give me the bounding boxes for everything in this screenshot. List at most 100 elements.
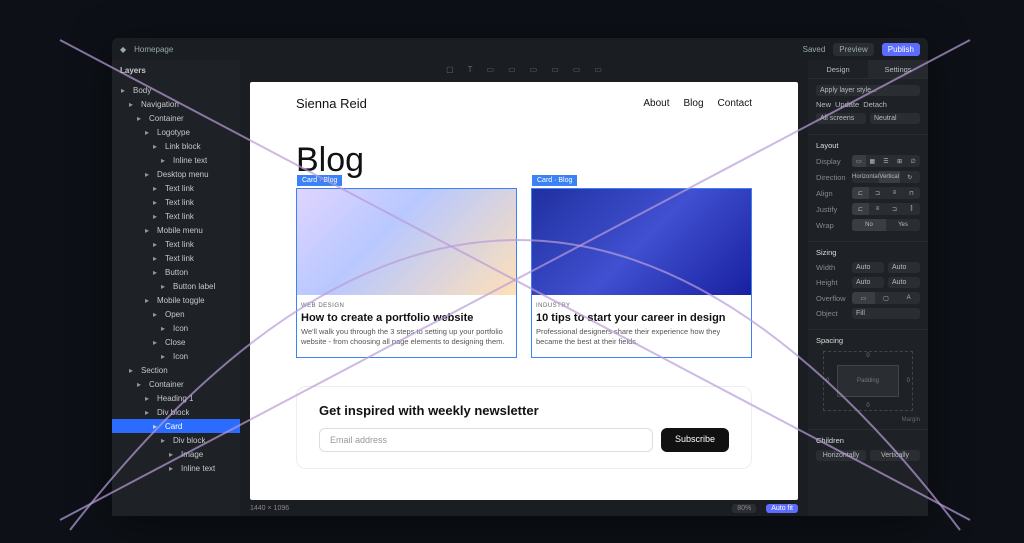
state-select[interactable]: Neutral [870, 113, 920, 124]
layer-row[interactable]: ▸Logotype [112, 125, 240, 139]
tool-icon[interactable]: ▭ [508, 65, 516, 74]
overflow-segmented[interactable]: ▭▢A [852, 292, 920, 304]
nav-link[interactable]: About [643, 98, 669, 109]
layer-row[interactable]: ▸Inline text [112, 153, 240, 167]
card-desc: Professional designers share their exper… [536, 327, 747, 347]
layer-row[interactable]: ▸Image [112, 447, 240, 461]
layer-row[interactable]: ▸Close [112, 335, 240, 349]
margin-label: Margin [816, 417, 920, 423]
layer-row[interactable]: ▸Section [112, 363, 240, 377]
layout-section: Layout Display ▭▦☰⊞∅ Direction Horizonta… [808, 134, 928, 241]
canvas-size: 1440 × 1096 [250, 505, 289, 512]
layer-row[interactable]: ▸Container [112, 377, 240, 391]
tab-settings[interactable]: Settings [868, 60, 928, 78]
tool-icon[interactable]: ▭ [594, 65, 602, 74]
layer-row[interactable]: ▸Text link [112, 209, 240, 223]
justify-segmented[interactable]: ⊏≡⊐⫿ [852, 203, 920, 215]
layer-row[interactable]: ▸Mobile toggle [112, 293, 240, 307]
children-h[interactable]: Horizontally [816, 450, 866, 461]
site-nav: Sienna Reid About Blog Contact [296, 96, 752, 111]
layer-row[interactable]: ▸Icon [112, 349, 240, 363]
layer-row[interactable]: ▸Desktop menu [112, 167, 240, 181]
layer-row[interactable]: ▸Button label [112, 279, 240, 293]
layer-row[interactable]: ▸Navigation [112, 97, 240, 111]
layer-row[interactable]: ▸Div block [112, 405, 240, 419]
card-image [297, 189, 516, 295]
newsletter-box: Get inspired with weekly newsletter Emai… [296, 386, 752, 469]
layer-row[interactable]: ▸Icon [112, 321, 240, 335]
subscribe-button[interactable]: Subscribe [661, 428, 729, 452]
selection-tag: Card · Blog [297, 175, 342, 186]
new-style-button[interactable]: New [816, 100, 831, 109]
section-title: Layout [816, 141, 920, 150]
screens-select[interactable]: All screens [816, 113, 866, 124]
detach-style-button[interactable]: Detach [863, 100, 887, 109]
canvas-toolbar: ▢ T ▭ ▭ ▭ ▭ ▭ ▭ [240, 60, 808, 78]
wrap-segmented[interactable]: NoYes [852, 219, 920, 231]
publish-button[interactable]: Publish [882, 43, 920, 56]
layer-row[interactable]: ▸Card [112, 419, 240, 433]
padding-label: Padding [837, 365, 899, 397]
apply-style-input[interactable]: Apply layer style... [816, 85, 920, 96]
layer-row[interactable]: ▸Text link [112, 181, 240, 195]
top-bar: ◆ Homepage Saved Preview Publish [112, 38, 928, 60]
section-title: Children [816, 436, 920, 445]
box-model-diagram[interactable]: 0000 Padding [823, 351, 913, 411]
layer-row[interactable]: ▸Text link [112, 195, 240, 209]
card-grid: Card · Blog WEB DESIGN How to create a p… [296, 188, 752, 358]
tool-frame-icon[interactable]: ▢ [446, 65, 454, 74]
card-title: 10 tips to start your career in design [536, 312, 747, 324]
object-fit-select[interactable]: Fill [852, 308, 920, 319]
section-title: Spacing [816, 336, 920, 345]
blog-card[interactable]: Card · Blog WEB DESIGN How to create a p… [296, 188, 517, 358]
status-bar: 1440 × 1096 80% Auto fit [240, 500, 808, 516]
align-segmented[interactable]: ⊏⊐≡⊓ [852, 187, 920, 199]
layer-row[interactable]: ▸Body [112, 83, 240, 97]
layer-row[interactable]: ▸Heading 1 [112, 391, 240, 405]
layer-row[interactable]: ▸Text link [112, 237, 240, 251]
width-unit[interactable]: Auto [888, 262, 920, 273]
children-v[interactable]: Vertically [870, 450, 920, 461]
layer-row[interactable]: ▸Text link [112, 251, 240, 265]
tool-text-icon[interactable]: T [468, 65, 473, 74]
tool-icon[interactable]: ▭ [573, 65, 581, 74]
update-style-button[interactable]: Update [835, 100, 859, 109]
display-segmented[interactable]: ▭▦☰⊞∅ [852, 155, 920, 167]
card-category: WEB DESIGN [301, 303, 512, 309]
document-name[interactable]: Homepage [134, 45, 173, 54]
layer-row[interactable]: ▸Open [112, 307, 240, 321]
newsletter-heading: Get inspired with weekly newsletter [319, 403, 729, 418]
zoom-pill[interactable]: 80% [732, 504, 756, 513]
height-input[interactable]: Auto [852, 277, 884, 288]
page-heading: Blog [296, 141, 752, 180]
tab-design[interactable]: Design [808, 60, 868, 78]
layer-row[interactable]: ▸Inline text [112, 461, 240, 475]
preview-button[interactable]: Preview [833, 43, 873, 56]
saved-indicator: Saved [803, 45, 826, 54]
layer-row[interactable]: ▸Link block [112, 139, 240, 153]
inspector-tabs: Design Settings [808, 60, 928, 78]
brand-text: Sienna Reid [296, 96, 367, 111]
card-image [532, 189, 751, 295]
card-title: How to create a portfolio website [301, 312, 512, 324]
nav-link[interactable]: Blog [684, 98, 704, 109]
layer-row[interactable]: ▸Div block [112, 433, 240, 447]
email-input[interactable]: Email address [319, 428, 653, 452]
app-logo-icon: ◆ [120, 45, 126, 54]
rendered-page: Sienna Reid About Blog Contact Blog Card… [250, 82, 798, 500]
tool-icon[interactable]: ▭ [551, 65, 559, 74]
spacing-section: Spacing 0000 Padding Margin [808, 329, 928, 429]
height-unit[interactable]: Auto [888, 277, 920, 288]
tool-icon[interactable]: ▭ [530, 65, 538, 74]
autofit-toggle[interactable]: Auto fit [766, 504, 798, 513]
nav-link[interactable]: Contact [718, 98, 752, 109]
width-input[interactable]: Auto [852, 262, 884, 273]
layer-row[interactable]: ▸Container [112, 111, 240, 125]
selection-tag: Card · Blog [532, 175, 577, 186]
direction-segmented[interactable]: HorizontalVertical↻ [852, 171, 920, 183]
canvas-viewport[interactable]: Sienna Reid About Blog Contact Blog Card… [240, 78, 808, 500]
blog-card[interactable]: Card · Blog INDUSTRY 10 tips to start yo… [531, 188, 752, 358]
layer-row[interactable]: ▸Button [112, 265, 240, 279]
layer-row[interactable]: ▸Mobile menu [112, 223, 240, 237]
tool-icon[interactable]: ▭ [487, 65, 495, 74]
